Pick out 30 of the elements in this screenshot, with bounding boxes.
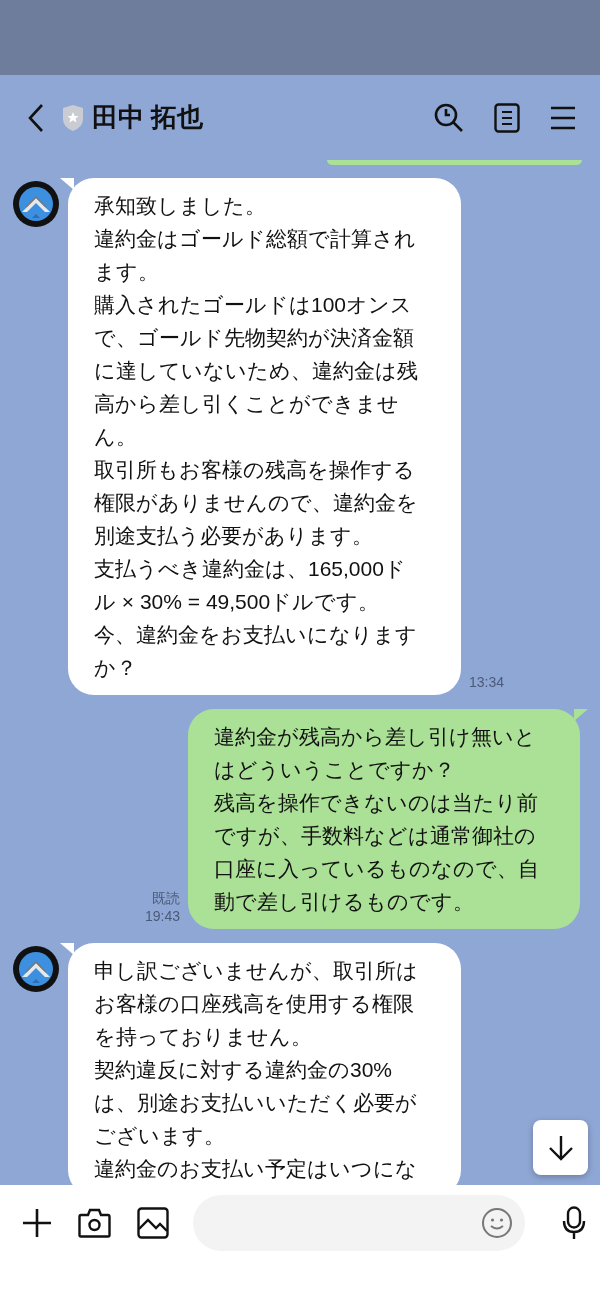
message-time: 19:43 <box>144 907 180 925</box>
shield-icon <box>62 104 84 131</box>
plus-icon[interactable] <box>22 1208 52 1238</box>
avatar-icon[interactable] <box>12 945 60 993</box>
emoji-icon[interactable] <box>481 1207 513 1239</box>
menu-icon[interactable] <box>550 105 576 130</box>
avatar-icon[interactable] <box>12 180 60 228</box>
down-arrow-icon <box>547 1133 574 1162</box>
message-text: 承知致しました。 <box>94 193 267 219</box>
search-icon[interactable] <box>434 102 464 133</box>
back-icon[interactable] <box>26 102 46 133</box>
message-text: 違約金が残高から差し引け無いとはどういうことですか？ <box>214 724 537 783</box>
microphone-icon[interactable] <box>562 1206 586 1240</box>
camera-icon[interactable] <box>78 1208 111 1238</box>
message-text: 残高を操作できないのは当たり前ですが、手数料などは通常御社の口座に入っているものなので、自動で差し引けるものです。 <box>214 790 540 915</box>
message-time: 13:34 <box>469 673 505 691</box>
read-receipt: 既読 <box>151 889 180 907</box>
message-text: 取引所もお客様の残高を操作する権限がありませんので、違約金を別途支払う必要があります。 <box>94 457 419 549</box>
scroll-down-button[interactable] <box>533 1120 588 1175</box>
message-input-field[interactable] <box>193 1195 525 1251</box>
message-text: 申し訳ございませんが、取引所はお客様の口座残高を使用する権限を持っておりません。 <box>94 958 419 1050</box>
message-text: 違約金はゴールド総額で計算されます。 <box>94 226 417 285</box>
image-icon[interactable] <box>137 1207 169 1239</box>
message-text: 違約金のお支払い予定はいつにな <box>94 1156 418 1182</box>
contact-name: 田中 拓也 <box>92 101 204 134</box>
notes-icon[interactable] <box>494 102 520 133</box>
message-text: 契約違反に対する違約金の30%は、別途お支払いいただく必要がございます。 <box>94 1057 418 1149</box>
message-text: 購入されたゴールドは100オンスで、ゴールド先物契約が決済金額に達していないため、違約金は残高から差し引くことができません。 <box>94 292 419 450</box>
message-text: 支払うべき違約金は、165,000ドル × 30% = 49,500ドルです。 <box>94 556 407 615</box>
message-text: 今、違約金をお支払いになりますか？ <box>94 622 418 681</box>
